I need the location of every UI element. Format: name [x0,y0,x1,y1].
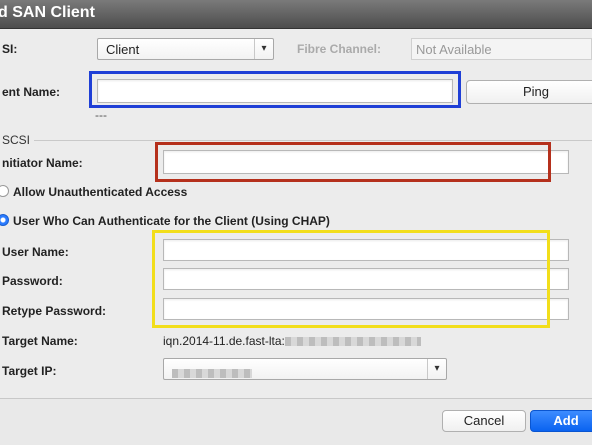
iscsi-section-title: SCSI [2,133,31,147]
target-ip-label: Target IP: [2,364,57,378]
radio-unauthenticated[interactable] [0,185,9,197]
cancel-button[interactable]: Cancel [442,410,526,432]
fibre-channel-label: Fibre Channel: [297,42,382,56]
window-title: d SAN Client [0,4,95,21]
option-chap-label: User Who Can Authenticate for the Client… [13,214,330,228]
target-name-label: Target Name: [2,334,78,348]
option-unauthenticated-label: Allow Unauthenticated Access [13,185,188,199]
initiator-name-label: nitiator Name: [2,156,83,170]
protocol-select[interactable]: Client ▾ [97,38,274,60]
password-label: Password: [2,274,63,288]
username-label: User Name: [2,245,69,259]
ping-button[interactable]: Ping [466,80,592,104]
redacted-text [284,337,421,347]
protocol-select-value: Client [106,42,140,57]
initiator-name-highlight [155,142,551,182]
chevron-down-icon: ▾ [254,39,273,59]
chevron-down-icon: ▾ [427,359,446,379]
add-button[interactable]: Add [530,410,592,432]
target-name-value: iqn.2014-11.de.fast-lta: [163,334,421,348]
client-status: --- [95,108,107,122]
chap-fields-highlight [152,230,550,328]
target-name-text: iqn.2014-11.de.fast-lta: [163,334,285,348]
protocol-label: SI: [2,42,18,56]
fibre-channel-value: Not Available [411,38,592,60]
radio-chap[interactable] [0,214,9,226]
section-divider [34,140,592,141]
client-name-highlight [89,71,461,108]
title-bar: d SAN Client [0,0,592,29]
target-ip-select[interactable]: ▾ [163,358,447,380]
retype-password-label: Retype Password: [2,304,107,318]
redacted-ip [172,365,252,380]
client-name-label: ent Name: [2,85,61,99]
